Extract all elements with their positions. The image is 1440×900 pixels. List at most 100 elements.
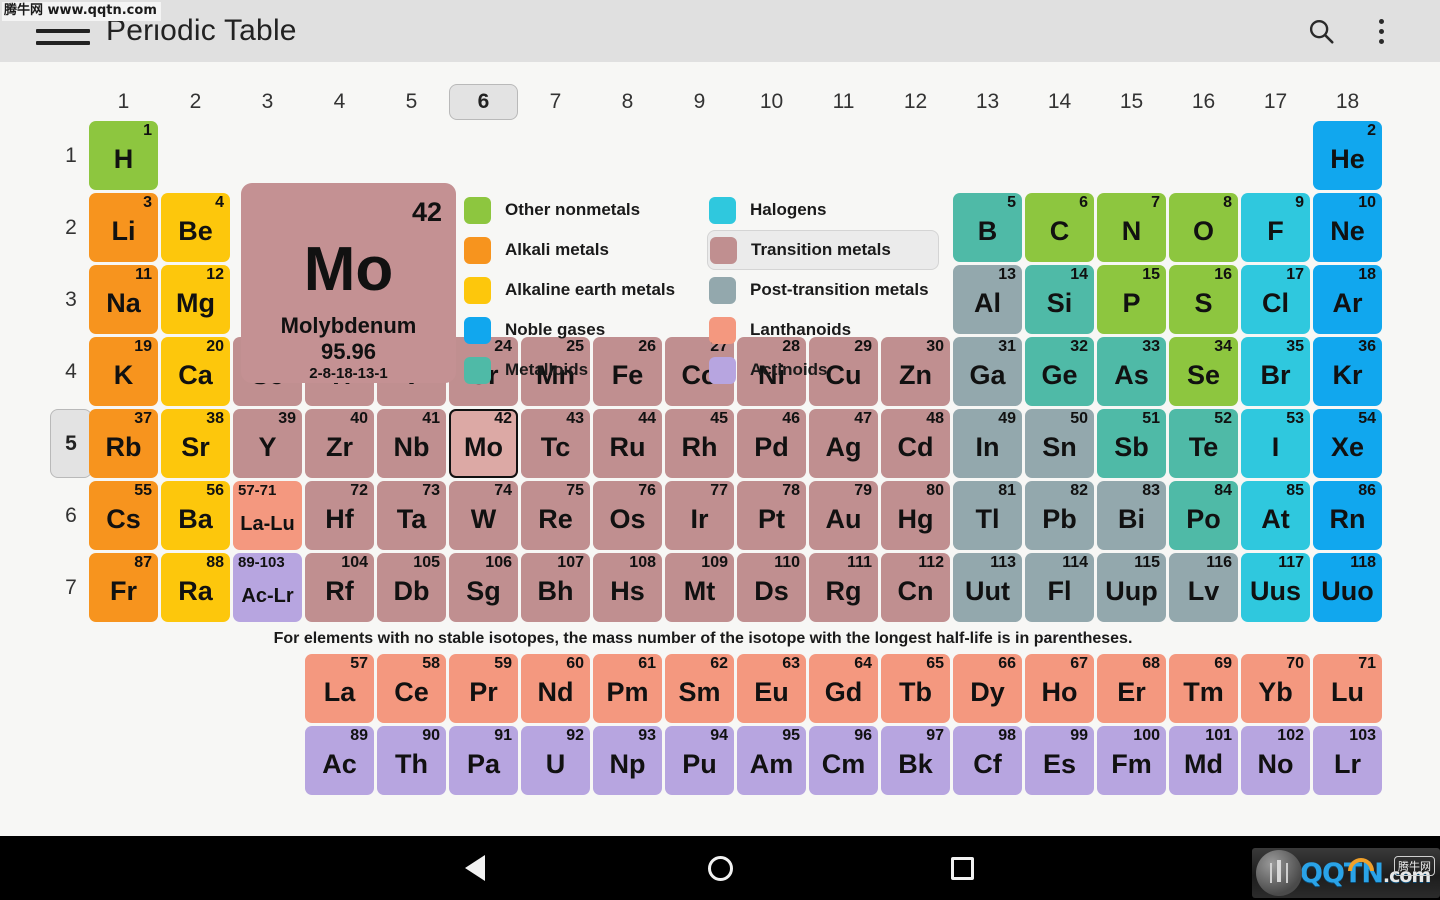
element-cell-Li[interactable]: 3Li [89, 193, 158, 262]
element-cell-Sr[interactable]: 38Sr [161, 409, 230, 478]
element-cell-Sg[interactable]: 106Sg [449, 553, 518, 622]
element-cell-Eu[interactable]: 63Eu [737, 654, 806, 723]
element-cell-Am[interactable]: 95Am [737, 726, 806, 795]
group-header-9[interactable]: 9 [665, 84, 734, 120]
element-cell-Ho[interactable]: 67Ho [1025, 654, 1094, 723]
element-cell-Ac-Lr[interactable]: 89-103Ac-Lr [233, 553, 302, 622]
element-cell-Au[interactable]: 79Au [809, 481, 878, 550]
element-cell-Bh[interactable]: 107Bh [521, 553, 590, 622]
element-cell-Uup[interactable]: 115Uup [1097, 553, 1166, 622]
element-cell-Pu[interactable]: 94Pu [665, 726, 734, 795]
group-header-17[interactable]: 17 [1241, 84, 1310, 120]
element-cell-F[interactable]: 9F [1241, 193, 1310, 262]
element-cell-Br[interactable]: 35Br [1241, 337, 1310, 406]
element-cell-O[interactable]: 8O [1169, 193, 1238, 262]
element-cell-Ba[interactable]: 56Ba [161, 481, 230, 550]
element-cell-Ds[interactable]: 110Ds [737, 553, 806, 622]
element-cell-Ag[interactable]: 47Ag [809, 409, 878, 478]
element-cell-Bi[interactable]: 83Bi [1097, 481, 1166, 550]
element-cell-Dy[interactable]: 66Dy [953, 654, 1022, 723]
group-header-8[interactable]: 8 [593, 84, 662, 120]
element-cell-Rn[interactable]: 86Rn [1313, 481, 1382, 550]
element-cell-Uus[interactable]: 117Uus [1241, 553, 1310, 622]
element-cell-Db[interactable]: 105Db [377, 553, 446, 622]
element-cell-Lu[interactable]: 71Lu [1313, 654, 1382, 723]
group-header-16[interactable]: 16 [1169, 84, 1238, 120]
element-cell-Hs[interactable]: 108Hs [593, 553, 662, 622]
element-cell-S[interactable]: 16S [1169, 265, 1238, 334]
element-cell-Xe[interactable]: 54Xe [1313, 409, 1382, 478]
period-header-2[interactable]: 2 [50, 193, 92, 262]
element-cell-Nb[interactable]: 41Nb [377, 409, 446, 478]
element-cell-La[interactable]: 57La [305, 654, 374, 723]
element-cell-Fr[interactable]: 87Fr [89, 553, 158, 622]
group-header-1[interactable]: 1 [89, 84, 158, 120]
period-header-4[interactable]: 4 [50, 337, 92, 406]
group-header-3[interactable]: 3 [233, 84, 302, 120]
element-cell-Po[interactable]: 84Po [1169, 481, 1238, 550]
group-header-15[interactable]: 15 [1097, 84, 1166, 120]
period-header-6[interactable]: 6 [50, 481, 92, 550]
element-cell-Th[interactable]: 90Th [377, 726, 446, 795]
element-cell-Sm[interactable]: 62Sm [665, 654, 734, 723]
search-icon[interactable] [1304, 14, 1338, 48]
element-cell-As[interactable]: 33As [1097, 337, 1166, 406]
element-cell-Ac[interactable]: 89Ac [305, 726, 374, 795]
element-cell-Lr[interactable]: 103Lr [1313, 726, 1382, 795]
element-cell-Te[interactable]: 52Te [1169, 409, 1238, 478]
group-header-4[interactable]: 4 [305, 84, 374, 120]
recents-button[interactable] [902, 836, 1022, 900]
element-cell-Ra[interactable]: 88Ra [161, 553, 230, 622]
legend-item-lanthanoids[interactable]: Lanthanoids [707, 310, 939, 350]
group-header-18[interactable]: 18 [1313, 84, 1382, 120]
more-vert-icon[interactable] [1364, 14, 1398, 48]
element-cell-C[interactable]: 6C [1025, 193, 1094, 262]
element-cell-Sb[interactable]: 51Sb [1097, 409, 1166, 478]
back-button[interactable] [415, 836, 535, 900]
legend-item-actinoids[interactable]: Actinoids [707, 350, 939, 390]
element-cell-Lv[interactable]: 116Lv [1169, 553, 1238, 622]
legend-item-noble-gases[interactable]: Noble gases [462, 310, 685, 350]
element-cell-P[interactable]: 15P [1097, 265, 1166, 334]
home-button[interactable] [660, 836, 780, 900]
element-cell-Gd[interactable]: 64Gd [809, 654, 878, 723]
element-cell-Cd[interactable]: 48Cd [881, 409, 950, 478]
element-cell-Be[interactable]: 4Be [161, 193, 230, 262]
element-cell-Fl[interactable]: 114Fl [1025, 553, 1094, 622]
element-cell-Kr[interactable]: 36Kr [1313, 337, 1382, 406]
element-cell-Na[interactable]: 11Na [89, 265, 158, 334]
group-header-12[interactable]: 12 [881, 84, 950, 120]
legend-item-metalloids[interactable]: Metalloids [462, 350, 685, 390]
element-cell-Es[interactable]: 99Es [1025, 726, 1094, 795]
element-cell-He[interactable]: 2He [1313, 121, 1382, 190]
element-cell-Ge[interactable]: 32Ge [1025, 337, 1094, 406]
group-header-10[interactable]: 10 [737, 84, 806, 120]
element-cell-In[interactable]: 49In [953, 409, 1022, 478]
element-cell-Tm[interactable]: 69Tm [1169, 654, 1238, 723]
element-cell-Ga[interactable]: 31Ga [953, 337, 1022, 406]
element-cell-U[interactable]: 92U [521, 726, 590, 795]
legend-item-alkali-metals[interactable]: Alkali metals [462, 230, 685, 270]
element-cell-Mt[interactable]: 109Mt [665, 553, 734, 622]
element-cell-Rg[interactable]: 111Rg [809, 553, 878, 622]
element-cell-Nd[interactable]: 60Nd [521, 654, 590, 723]
element-cell-Hf[interactable]: 72Hf [305, 481, 374, 550]
element-cell-Ru[interactable]: 44Ru [593, 409, 662, 478]
element-cell-Er[interactable]: 68Er [1097, 654, 1166, 723]
element-cell-Ta[interactable]: 73Ta [377, 481, 446, 550]
element-cell-N[interactable]: 7N [1097, 193, 1166, 262]
element-cell-Uut[interactable]: 113Uut [953, 553, 1022, 622]
element-cell-Pd[interactable]: 46Pd [737, 409, 806, 478]
group-header-6[interactable]: 6 [449, 84, 518, 120]
element-cell-H[interactable]: 1H [89, 121, 158, 190]
element-cell-Os[interactable]: 76Os [593, 481, 662, 550]
element-cell-La-Lu[interactable]: 57-71La-Lu [233, 481, 302, 550]
group-header-7[interactable]: 7 [521, 84, 590, 120]
element-detail-card[interactable]: 42 Mo Molybdenum 95.96 2-8-18-13-1 [241, 183, 456, 383]
period-header-1[interactable]: 1 [50, 121, 92, 190]
element-cell-Np[interactable]: 93Np [593, 726, 662, 795]
legend-item-halogens[interactable]: Halogens [707, 190, 939, 230]
element-cell-Se[interactable]: 34Se [1169, 337, 1238, 406]
element-cell-Bk[interactable]: 97Bk [881, 726, 950, 795]
legend-item-post-transition-metals[interactable]: Post-transition metals [707, 270, 939, 310]
